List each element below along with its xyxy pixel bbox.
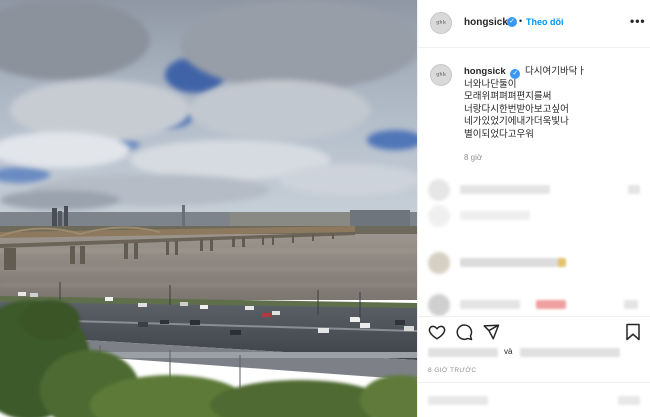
comment-like-redacted bbox=[624, 300, 638, 309]
header-separator: • bbox=[519, 16, 523, 26]
avatar[interactable]: ᵍʰᵏ bbox=[430, 12, 452, 34]
caption-line-3: 모래위펴펴펴편지를써 bbox=[464, 91, 552, 103]
caption-avatar-monogram: ᵍʰᵏ bbox=[436, 70, 446, 80]
caption-line-2: 너와나단둘이 bbox=[464, 78, 517, 90]
blurred-comment bbox=[428, 177, 643, 203]
avatar-monogram: ᵍʰᵏ bbox=[436, 18, 446, 28]
post-side-panel: ᵍʰᵏ hongsick ✓ • Theo dõi ••• ᵍʰᵏ hongsi… bbox=[417, 0, 650, 417]
blurred-comment bbox=[428, 250, 643, 276]
heart-icon[interactable] bbox=[428, 323, 446, 341]
caption-timestamp: 8 giờ bbox=[464, 153, 483, 162]
post-actions bbox=[418, 316, 650, 346]
river-city-photo bbox=[0, 0, 417, 417]
likers-redacted bbox=[428, 348, 498, 357]
comment-text-redacted bbox=[460, 211, 530, 220]
like-count-redacted bbox=[520, 348, 620, 357]
post-timestamp: 8 GIỜ TRƯỚC bbox=[428, 367, 477, 374]
post-photo[interactable] bbox=[0, 0, 417, 417]
caption-username[interactable]: hongsick bbox=[464, 66, 506, 77]
add-comment-bar[interactable] bbox=[418, 382, 650, 417]
comment-like-redacted bbox=[628, 185, 640, 194]
blurred-comment bbox=[428, 292, 643, 318]
caption-verified-badge-icon: ✓ bbox=[510, 69, 521, 79]
caption-avatar[interactable]: ᵍʰᵏ bbox=[430, 64, 452, 86]
comment-avatar bbox=[428, 294, 450, 316]
likes-summary: và bbox=[428, 346, 643, 360]
comment-text-redacted bbox=[460, 300, 520, 309]
comment-bubble-icon[interactable] bbox=[455, 323, 473, 341]
caption-line-1: 다시여기바닥ㅏ bbox=[524, 66, 587, 77]
header-username[interactable]: hongsick bbox=[464, 17, 508, 28]
paper-plane-icon[interactable] bbox=[482, 323, 500, 341]
caption-line-5: 네가있었기에내가더욱빛나 bbox=[464, 116, 569, 128]
instagram-post: ᵍʰᵏ hongsick ✓ • Theo dõi ••• ᵍʰᵏ hongsi… bbox=[0, 0, 650, 417]
comment-avatar bbox=[428, 252, 450, 274]
post-caption: hongsick ✓ 다시여기바닥ㅏ 너와나단둘이 모래위펴펴펴편지를써 너랑다… bbox=[464, 66, 644, 142]
comment-input-redacted bbox=[428, 396, 488, 405]
likes-connector: và bbox=[504, 347, 513, 356]
comment-emoji-redacted bbox=[536, 300, 566, 309]
comment-avatar bbox=[428, 179, 450, 201]
comment-text-redacted bbox=[460, 258, 560, 267]
comment-avatar bbox=[428, 205, 450, 227]
post-button-redacted bbox=[618, 396, 640, 405]
comment-emoji-redacted bbox=[558, 258, 566, 267]
blurred-comment bbox=[428, 203, 643, 229]
post-header: ᵍʰᵏ hongsick ✓ • Theo dõi ••• bbox=[418, 0, 650, 48]
verified-badge-icon: ✓ bbox=[507, 17, 517, 27]
more-options-icon[interactable]: ••• bbox=[630, 14, 646, 28]
caption-line-6: 별이되었다고우워 bbox=[464, 128, 534, 140]
caption-line-4: 너랑다시한번받아보고싶어 bbox=[464, 103, 569, 115]
bookmark-icon[interactable] bbox=[624, 323, 642, 341]
follow-button[interactable]: Theo dõi bbox=[526, 17, 564, 27]
comment-text-redacted bbox=[460, 185, 550, 194]
